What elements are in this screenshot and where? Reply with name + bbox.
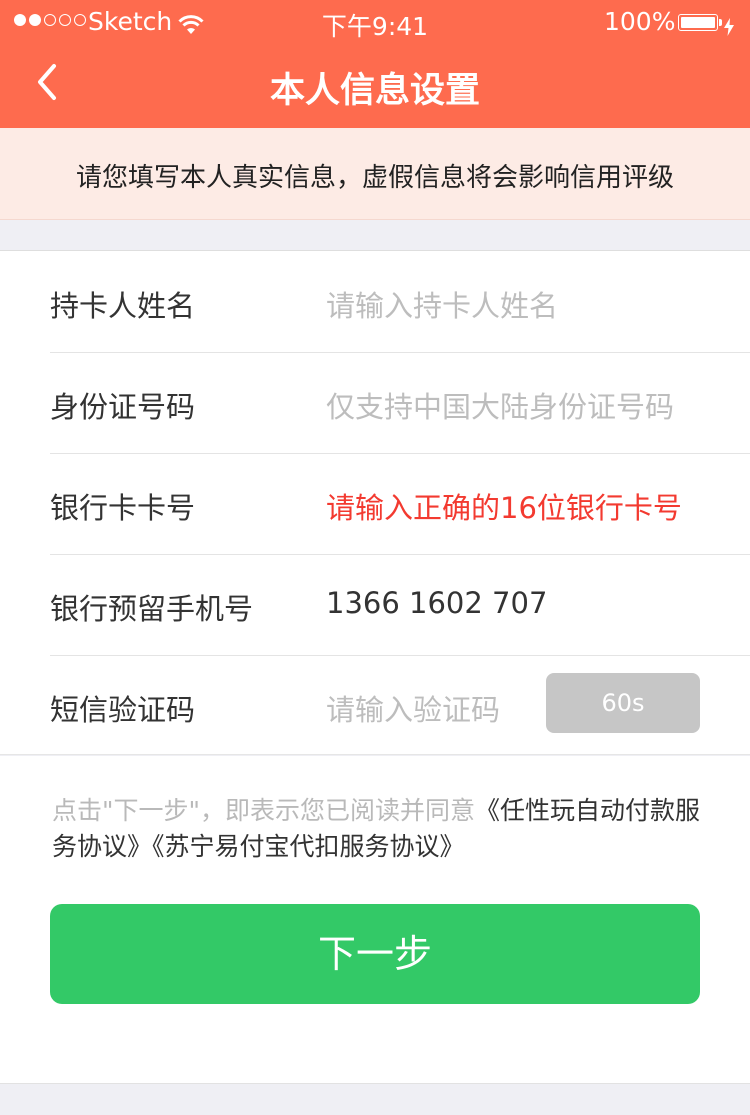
cardholder-name-input[interactable]: 请输入持卡人姓名 <box>326 283 558 325</box>
charging-icon <box>724 13 734 42</box>
sms-code-label: 短信验证码 <box>50 693 196 727</box>
status-bar: Sketch 下午9:41 100% <box>0 0 750 44</box>
phone-row: 银行预留手机号 1366 1602 707 <box>0 554 750 655</box>
agreement-prefix: 点击"下一步"，即表示您已阅读并同意 <box>52 796 475 825</box>
send-code-button[interactable]: 60s <box>546 673 700 733</box>
agreement-section: 点击"下一步"，即表示您已阅读并同意《任性玩自动付款服务协议》《苏宁易付宝代扣服… <box>0 756 750 1084</box>
info-notice-banner: 请您填写本人真实信息，虚假信息将会影响信用评级 <box>0 128 750 220</box>
sms-code-input[interactable]: 请输入验证码 <box>326 687 500 729</box>
debit-agreement-link[interactable]: 《苏宁易付宝代扣服务协议》 <box>152 832 465 861</box>
header: Sketch 下午9:41 100% 本人信息设置 <box>0 0 750 128</box>
id-number-row: 身份证号码 仅支持中国大陆身份证号码 <box>0 352 750 453</box>
sms-code-row: 短信验证码 请输入验证码 60s <box>0 655 750 756</box>
bank-card-label: 银行卡卡号 <box>50 491 196 525</box>
agreement-text: 点击"下一步"，即表示您已阅读并同意《任性玩自动付款服务协议》《苏宁易付宝代扣服… <box>52 793 712 865</box>
bank-card-row: 银行卡卡号 请输入正确的16位银行卡号 <box>0 453 750 554</box>
personal-info-form: 持卡人姓名 请输入持卡人姓名 身份证号码 仅支持中国大陆身份证号码 银行卡卡号 … <box>0 250 750 755</box>
battery-percentage: 100% <box>604 7 676 36</box>
id-number-label: 身份证号码 <box>50 390 196 424</box>
page-title: 本人信息设置 <box>269 71 480 111</box>
phone-label: 银行预留手机号 <box>50 592 254 626</box>
id-number-input[interactable]: 仅支持中国大陆身份证号码 <box>326 384 674 426</box>
cardholder-name-row: 持卡人姓名 请输入持卡人姓名 <box>0 251 750 352</box>
next-step-button[interactable]: 下一步 <box>50 904 700 1004</box>
notice-text: 请您填写本人真实信息，虚假信息将会影响信用评级 <box>75 163 674 193</box>
cardholder-name-label: 持卡人姓名 <box>50 289 196 323</box>
bank-card-input[interactable]: 请输入正确的16位银行卡号 <box>326 485 682 527</box>
phone-input[interactable]: 1366 1602 707 <box>326 586 547 620</box>
battery-icon <box>678 14 718 31</box>
